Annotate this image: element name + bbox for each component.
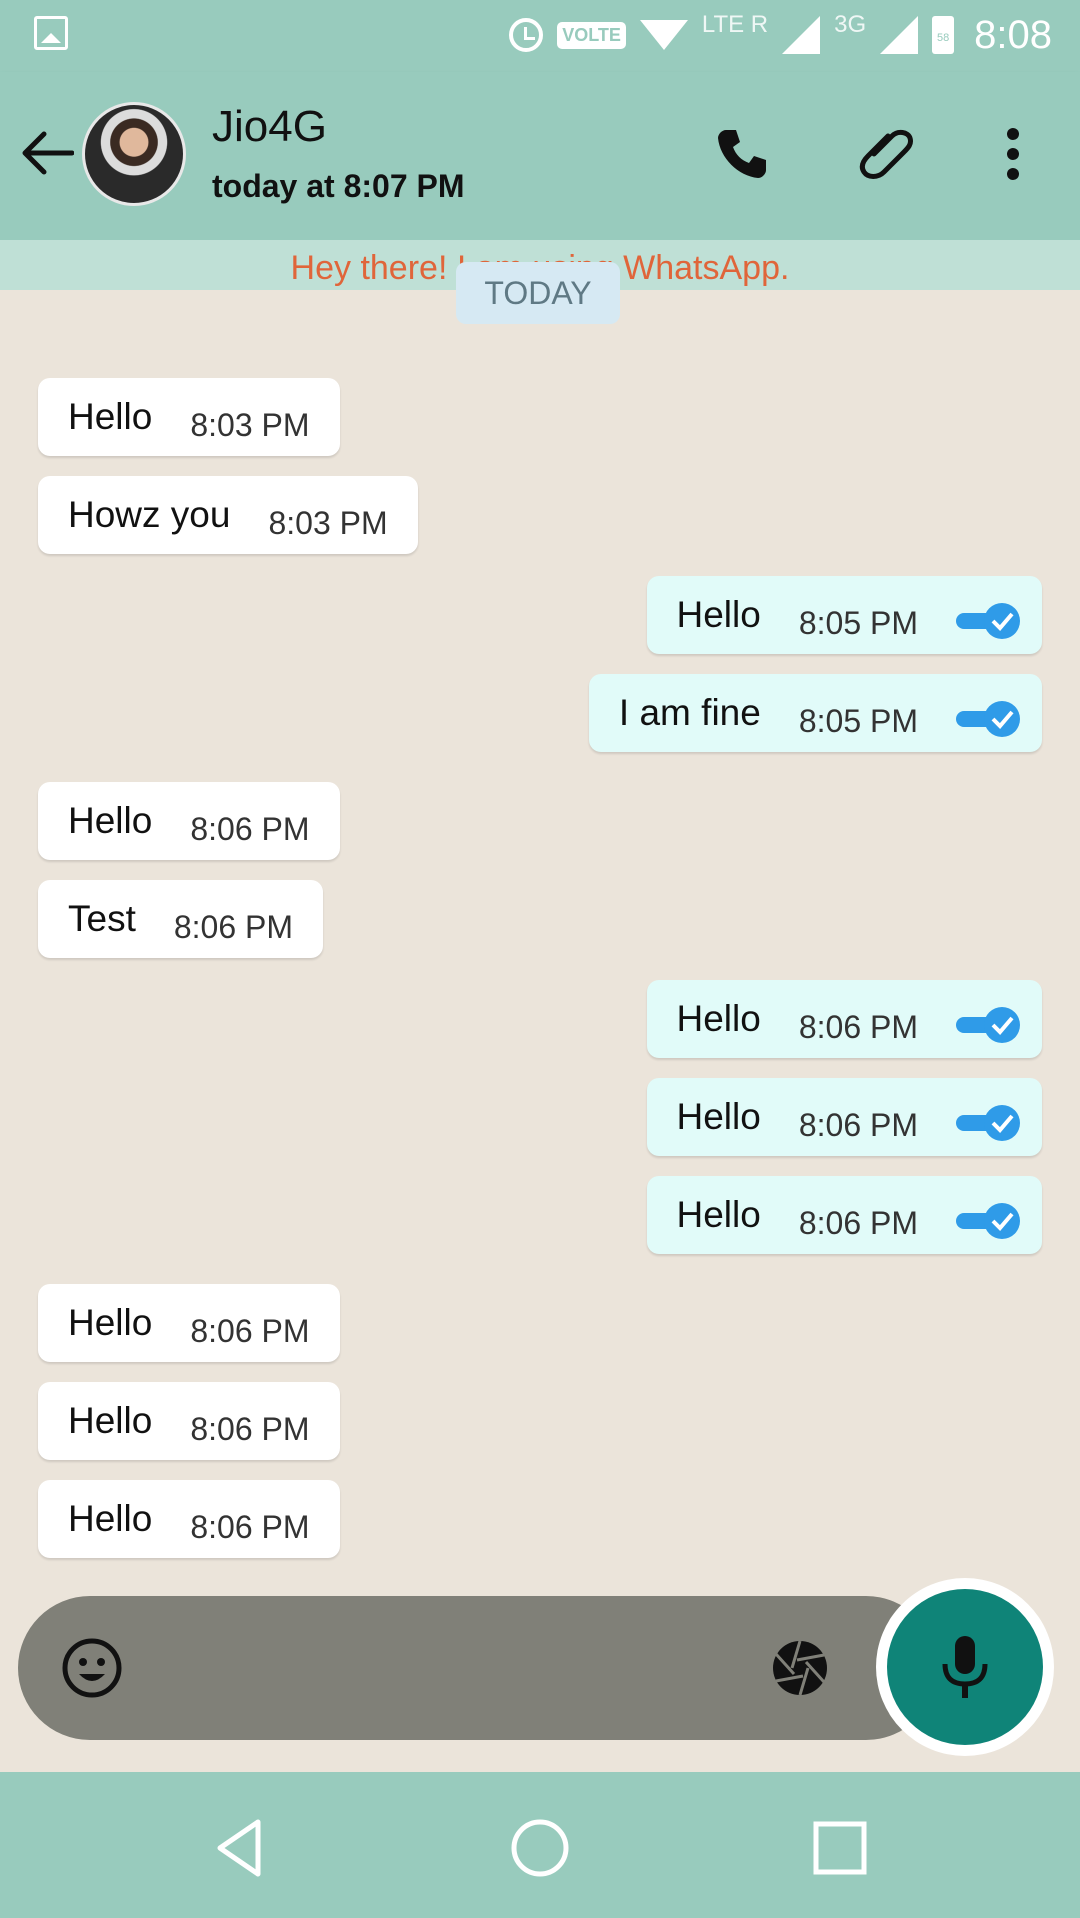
message-time: 8:03 PM	[268, 504, 388, 541]
message-time: 8:06 PM	[190, 1508, 310, 1545]
nav-recents-icon[interactable]	[808, 1816, 872, 1880]
wifi-icon	[639, 20, 688, 50]
status-bar: VOLTE LTE R 3G 58 8:08	[0, 0, 1080, 72]
message-text: I am fine	[618, 692, 761, 733]
read-receipt-icon	[956, 1203, 1020, 1239]
system-navigation-bar	[0, 1772, 1080, 1918]
emoji-icon[interactable]	[60, 1636, 124, 1700]
message-time: 8:06 PM	[190, 810, 310, 847]
message-time: 8:06 PM	[798, 1008, 918, 1045]
message-composer[interactable]	[18, 1596, 938, 1740]
last-seen-status[interactable]: today at 8:07 PM	[212, 168, 465, 205]
message-time: 8:05 PM	[798, 604, 918, 641]
incoming-message[interactable]: Hello 8:06 PM	[38, 1480, 340, 1558]
date-chip: TODAY	[456, 262, 620, 324]
message-text: Hello	[68, 1498, 153, 1539]
status-icons: VOLTE LTE R 3G 58 8:08	[509, 10, 1052, 60]
signal-icon-2	[880, 16, 919, 54]
phone-call-icon[interactable]	[712, 124, 772, 184]
read-receipt-icon	[956, 1007, 1020, 1043]
incoming-message[interactable]: Howz you 8:03 PM	[38, 476, 418, 554]
message-text: Hello	[68, 800, 153, 841]
message-text: Hello	[68, 1302, 153, 1343]
gallery-notification-icon	[34, 16, 68, 50]
contact-avatar[interactable]	[82, 102, 186, 206]
incoming-message[interactable]: Hello 8:06 PM	[38, 782, 340, 860]
message-text: Test	[68, 898, 136, 939]
outgoing-message[interactable]: Hello 8:06 PM	[646, 1176, 1042, 1254]
message-text: Hello	[68, 1400, 153, 1441]
network-label: 3G	[834, 11, 867, 38]
outgoing-message[interactable]: Hello 8:06 PM	[646, 1078, 1042, 1156]
camera-icon[interactable]	[770, 1638, 830, 1698]
lte-label: LTE R	[701, 11, 769, 38]
outgoing-message[interactable]: Hello 8:05 PM	[646, 576, 1042, 654]
contact-name[interactable]: Jio4G	[212, 102, 327, 152]
message-time: 8:06 PM	[190, 1312, 310, 1349]
voice-message-button[interactable]	[876, 1578, 1054, 1756]
message-time: 8:06 PM	[798, 1204, 918, 1241]
clock: 8:08	[974, 12, 1052, 57]
more-options-icon[interactable]	[998, 124, 1028, 184]
back-arrow-icon[interactable]	[20, 128, 74, 178]
message-text: Hello	[68, 396, 153, 437]
message-time: 8:03 PM	[190, 406, 310, 443]
message-text: Hello	[676, 1096, 761, 1137]
message-text: Howz you	[68, 494, 231, 535]
chat-area[interactable]: TODAY Hello 8:03 PM Howz you 8:03 PM Hel…	[0, 262, 1080, 1590]
message-time: 8:06 PM	[798, 1106, 918, 1143]
outgoing-message[interactable]: Hello 8:06 PM	[646, 980, 1042, 1058]
incoming-message[interactable]: Test 8:06 PM	[38, 880, 324, 958]
nav-back-icon[interactable]	[208, 1816, 272, 1880]
chat-header: Jio4G today at 8:07 PM	[0, 72, 1080, 240]
message-time: 8:05 PM	[798, 702, 918, 739]
message-text: Hello	[676, 998, 761, 1039]
read-receipt-icon	[956, 603, 1020, 639]
incoming-message[interactable]: Hello 8:03 PM	[38, 378, 340, 456]
battery-level: 58	[937, 32, 950, 44]
mic-button-inner	[887, 1589, 1043, 1745]
message-time: 8:06 PM	[190, 1410, 310, 1447]
message-text: Hello	[676, 594, 761, 635]
battery-icon: 58	[932, 16, 955, 54]
signal-icon	[782, 16, 821, 54]
message-time: 8:06 PM	[173, 908, 294, 945]
message-text: Hello	[676, 1194, 761, 1235]
volte-badge: VOLTE	[557, 21, 626, 49]
read-receipt-icon	[956, 701, 1020, 737]
nav-home-icon[interactable]	[508, 1816, 572, 1880]
outgoing-message[interactable]: I am fine 8:05 PM	[588, 674, 1042, 752]
attachment-icon[interactable]	[856, 124, 916, 184]
microphone-icon	[942, 1636, 988, 1698]
read-receipt-icon	[956, 1105, 1020, 1141]
alarm-icon	[509, 18, 544, 52]
incoming-message[interactable]: Hello 8:06 PM	[38, 1382, 340, 1460]
incoming-message[interactable]: Hello 8:06 PM	[38, 1284, 340, 1362]
